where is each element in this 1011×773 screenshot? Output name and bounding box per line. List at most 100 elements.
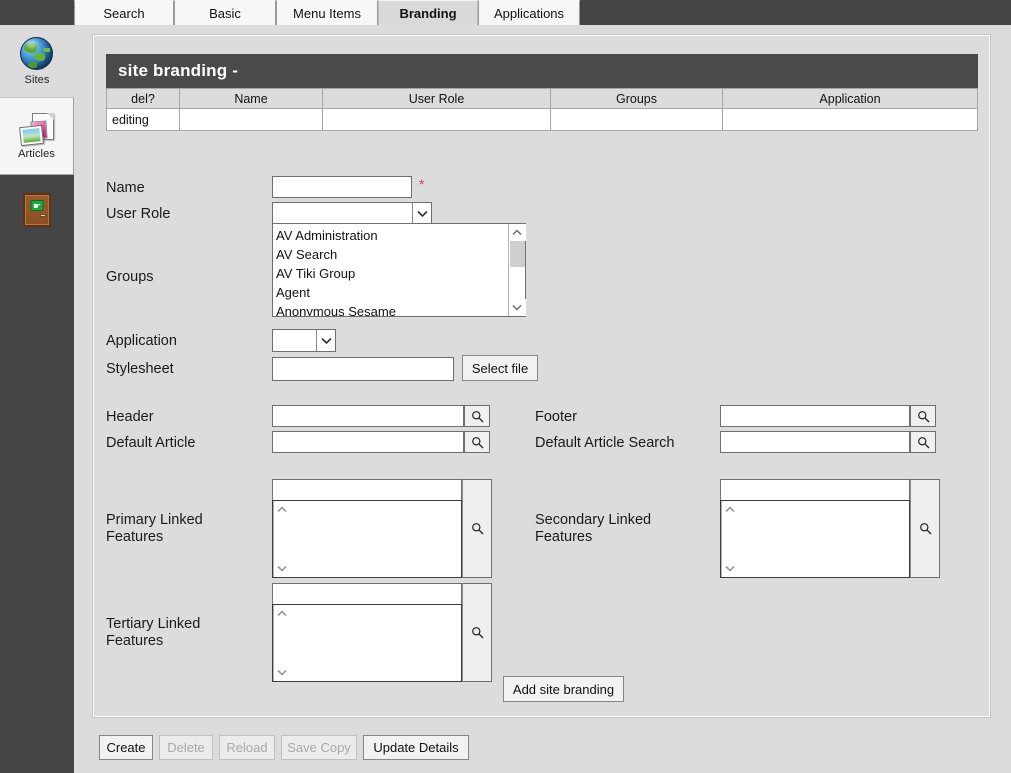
branding-form: Name * User Role Groups AV Administratio… [94, 171, 991, 716]
tab-basic[interactable]: Basic [174, 0, 276, 25]
label-header: Header [106, 409, 154, 425]
application-window: Search Basic Menu Items Branding Applica… [0, 0, 1011, 773]
scroll-down-icon[interactable] [273, 664, 291, 681]
label-primary-linked-features: Primary Linked Features [106, 512, 203, 545]
articles-icon [18, 112, 54, 146]
cell-user-role [322, 108, 551, 131]
secondary-linked-scrollbar[interactable] [721, 501, 739, 577]
exit-door-icon: ☛ [23, 193, 51, 227]
tertiary-linked-features-listbox[interactable] [272, 604, 462, 682]
cell-groups [550, 108, 723, 131]
save-copy-button[interactable]: Save Copy [281, 735, 357, 760]
main-tabbar: Search Basic Menu Items Branding Applica… [0, 0, 1011, 25]
globe-icon [20, 36, 54, 71]
list-item[interactable]: AV Search [276, 245, 508, 264]
tab-menu-items[interactable]: Menu Items [276, 0, 378, 25]
label-name: Name [106, 180, 145, 196]
search-icon [471, 523, 483, 535]
tab-search[interactable]: Search [74, 0, 174, 25]
table-row[interactable]: editing [106, 108, 978, 131]
default-article-input[interactable] [272, 431, 464, 453]
tab-applications[interactable]: Applications [478, 0, 580, 25]
search-icon [471, 436, 483, 448]
create-button[interactable]: Create [99, 735, 153, 760]
scrollbar-track[interactable] [722, 518, 739, 560]
branding-table: del? Name User Role Groups Application e… [106, 88, 978, 131]
primary-linked-features-search-button[interactable] [462, 479, 492, 578]
groups-scrollbar[interactable] [508, 224, 526, 316]
footer-input[interactable] [720, 405, 910, 427]
sidebar-item-sites-label: Sites [24, 73, 50, 86]
column-header-application: Application [722, 88, 978, 109]
user-role-select[interactable] [272, 202, 432, 225]
user-role-selected-value [273, 203, 412, 224]
scroll-up-icon[interactable] [508, 224, 526, 241]
scroll-down-icon[interactable] [721, 560, 739, 577]
scrollbar-track[interactable] [274, 518, 291, 560]
tertiary-linked-features-search-button[interactable] [462, 583, 492, 682]
list-item[interactable]: AV Administration [276, 226, 508, 245]
secondary-linked-features-search-button[interactable] [910, 479, 940, 578]
select-file-button[interactable]: Select file [462, 355, 538, 381]
column-header-name: Name [179, 88, 323, 109]
column-header-user-role: User Role [322, 88, 551, 109]
table-header-row: del? Name User Role Groups Application [106, 88, 978, 109]
name-required-marker: * [419, 176, 425, 192]
search-icon [471, 627, 483, 639]
default-article-search-button[interactable] [464, 431, 490, 453]
label-footer: Footer [535, 409, 577, 425]
scroll-up-icon[interactable] [273, 605, 291, 622]
header-search-button[interactable] [464, 405, 490, 427]
list-item[interactable]: Anonymous Sesame [276, 302, 508, 316]
label-default-article-search: Default Article Search [535, 435, 675, 451]
scroll-down-icon[interactable] [273, 560, 291, 577]
scroll-up-icon[interactable] [273, 501, 291, 518]
footer-search-button[interactable] [910, 405, 936, 427]
reload-button[interactable]: Reload [219, 735, 275, 760]
sidebar-item-articles[interactable]: Articles [0, 97, 74, 175]
primary-linked-features-input[interactable] [272, 479, 462, 501]
grid-title: site branding - [106, 54, 978, 88]
scrollbar-track[interactable] [274, 622, 291, 664]
tab-branding[interactable]: Branding [378, 0, 478, 25]
sidebar-item-sites[interactable]: Sites [0, 25, 74, 97]
secondary-linked-features-input[interactable] [720, 479, 910, 501]
application-select[interactable] [272, 329, 336, 352]
label-groups: Groups [106, 269, 154, 285]
update-details-button[interactable]: Update Details [363, 735, 469, 760]
branding-panel: site branding - del? Name User Role Grou… [93, 35, 990, 717]
groups-listbox[interactable]: AV Administration AV Search AV Tiki Grou… [272, 223, 526, 317]
application-selected-value [273, 330, 316, 351]
sidebar-item-exit[interactable]: ☛ [0, 175, 74, 245]
primary-linked-features-listbox[interactable] [272, 500, 462, 578]
sidebar-item-articles-label: Articles [18, 147, 55, 160]
bottom-action-bar: Create Delete Reload Save Copy Update De… [74, 720, 1011, 773]
label-stylesheet: Stylesheet [106, 361, 174, 377]
chevron-down-icon [316, 330, 335, 351]
primary-linked-scrollbar[interactable] [273, 501, 291, 577]
label-application: Application [106, 333, 177, 349]
default-article-search-input[interactable] [720, 431, 910, 453]
default-article-search-lookup-button[interactable] [910, 431, 936, 453]
column-header-del: del? [106, 88, 180, 109]
list-item[interactable]: AV Tiki Group [276, 264, 508, 283]
tertiary-linked-features-input[interactable] [272, 583, 462, 605]
delete-button[interactable]: Delete [159, 735, 213, 760]
secondary-linked-features-listbox[interactable] [720, 500, 910, 578]
scroll-up-icon[interactable] [721, 501, 739, 518]
list-item[interactable]: Agent [276, 283, 508, 302]
tabbar-left-filler [0, 0, 74, 25]
scrollbar-thumb[interactable] [509, 241, 525, 267]
tertiary-linked-scrollbar[interactable] [273, 605, 291, 681]
groups-option-list: AV Administration AV Search AV Tiki Grou… [273, 224, 508, 316]
header-input[interactable] [272, 405, 464, 427]
label-user-role: User Role [106, 206, 171, 222]
stylesheet-input[interactable] [272, 357, 454, 381]
name-input[interactable] [272, 176, 412, 198]
add-site-branding-button[interactable]: Add site branding [503, 676, 624, 702]
cell-del: editing [106, 108, 180, 131]
scrollbar-track[interactable] [509, 241, 526, 299]
cell-application [722, 108, 978, 131]
scroll-down-icon[interactable] [508, 299, 526, 316]
search-icon [917, 436, 929, 448]
